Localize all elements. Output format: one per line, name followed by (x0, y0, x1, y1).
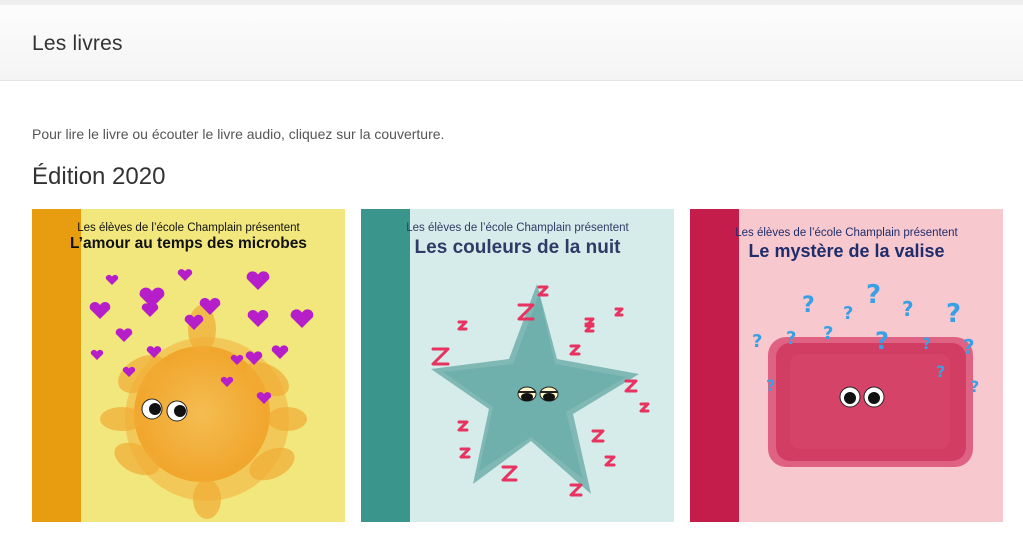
svg-text:?: ? (802, 293, 815, 318)
intro-text: Pour lire le livre ou écouter le livre a… (32, 126, 445, 142)
book-title: Le mystère de la valise (748, 241, 945, 261)
svg-text:?: ? (866, 280, 881, 310)
svg-text:?: ? (936, 362, 945, 381)
svg-text:?: ? (902, 297, 914, 321)
svg-text:?: ? (922, 334, 931, 353)
book-title: Les couleurs de la nuit (414, 237, 621, 258)
book-title: L’amour au temps des microbes (70, 235, 307, 252)
book-cover-couleurs-nuit[interactable]: Les élèves de l’école Champlain présente… (361, 209, 674, 522)
book-cover-mystere-valise[interactable]: ? ? ? ? ? ? ? ? ? ? ? ? ? ? Les élèves d… (690, 209, 1003, 522)
svg-text:?: ? (752, 331, 762, 352)
book-cover-amour-microbes[interactable]: Les élèves de l’école Champlain présente… (32, 209, 345, 522)
edition-heading: Édition 2020 (32, 163, 166, 190)
book-presenter-text: Les élèves de l’école Champlain présente… (406, 222, 629, 234)
svg-text:?: ? (946, 299, 961, 329)
svg-text:?: ? (843, 303, 853, 324)
sun-with-hearts-icon (89, 269, 314, 519)
svg-text:?: ? (823, 323, 833, 344)
book-presenter-text: Les élèves de l’école Champlain présente… (77, 222, 300, 234)
svg-text:?: ? (970, 377, 979, 396)
svg-text:?: ? (786, 328, 796, 349)
page-title: Les livres (32, 32, 123, 55)
svg-text:?: ? (963, 335, 975, 359)
svg-text:?: ? (766, 376, 775, 395)
page-header: Les livres (0, 5, 1023, 81)
svg-text:?: ? (875, 327, 889, 355)
book-presenter-text: Les élèves de l’école Champlain présente… (735, 227, 958, 239)
